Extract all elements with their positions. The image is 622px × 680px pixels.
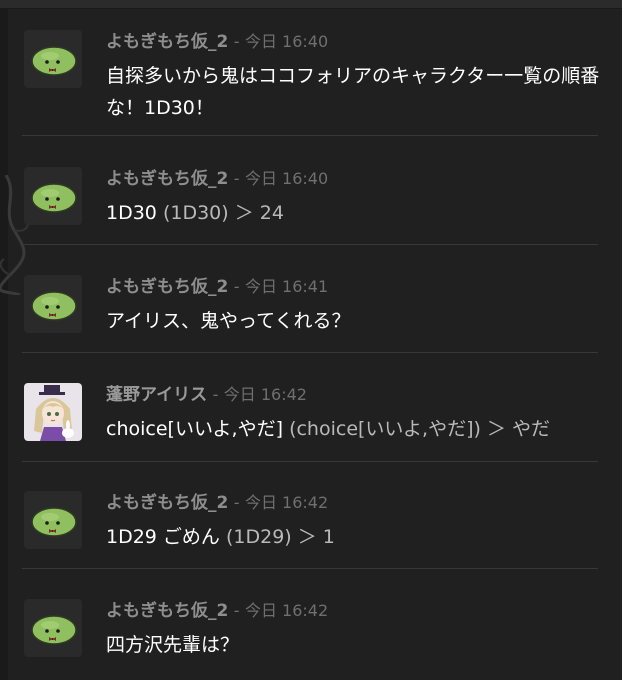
username[interactable]: よもぎもち仮_2 — [106, 277, 228, 297]
username[interactable]: よもぎもち仮_2 — [106, 32, 228, 52]
chat-message: よもぎもち仮_2 - 今日 16:42 1D29 ごめん (1D29) ＞ 1 — [8, 491, 622, 561]
choice-command: choice[いいよ,やだ] — [106, 418, 284, 440]
timestamp: 今日 16:42 — [244, 493, 329, 512]
message-text: choice[いいよ,やだ] (choice[いいよ,やだ]) ＞ やだ — [106, 413, 616, 445]
message-header: よもぎもち仮_2 - 今日 16:40 — [106, 167, 328, 191]
green-blob-avatar-icon[interactable] — [24, 167, 82, 225]
message-text: 1D29 ごめん (1D29) ＞ 1 — [106, 521, 606, 553]
separator: - — [233, 493, 240, 512]
chat-message: よもぎもち仮_2 - 今日 16:41 アイリス、鬼やってくれる？ — [8, 275, 622, 345]
message-header: よもぎもち仮_2 - 今日 16:42 — [106, 491, 328, 515]
green-blob-avatar-icon[interactable] — [24, 491, 82, 549]
message-text: アイリス、鬼やってくれる？ — [106, 310, 351, 332]
green-blob-avatar-icon[interactable] — [24, 30, 82, 88]
separator: - — [233, 32, 240, 51]
message-header: よもぎもち仮_2 - 今日 16:42 — [106, 599, 328, 623]
message-text: 自探多いから鬼はココフォリアのキャラクター一覧の順番な！1D30！ — [106, 65, 600, 119]
message-text: 1D30 (1D30) ＞ 24 — [106, 197, 606, 229]
username[interactable]: よもぎもち仮_2 — [106, 169, 228, 189]
timestamp: 今日 16:41 — [244, 277, 329, 296]
separator: - — [233, 277, 240, 296]
dice-command: 1D30 — [106, 202, 157, 224]
timestamp: 今日 16:42 — [223, 385, 307, 404]
message-text: 四方沢先輩は？ — [106, 634, 240, 656]
timestamp: 今日 16:40 — [244, 32, 329, 51]
green-blob-avatar-icon[interactable] — [24, 599, 82, 657]
left-scroll-rail[interactable] — [0, 8, 8, 680]
message-divider — [22, 244, 598, 245]
separator: - — [233, 601, 240, 620]
separator: - — [233, 169, 240, 188]
anime-girl-avatar-icon[interactable] — [24, 383, 82, 441]
timestamp: 今日 16:40 — [244, 169, 329, 188]
message-divider — [22, 461, 598, 462]
dice-result: (1D29) ＞ 1 — [225, 526, 335, 548]
chat-message: よもぎもち仮_2 - 今日 16:40 自探多いから鬼はココフォリアのキャラクタ… — [8, 30, 622, 130]
top-edge-bar — [0, 0, 622, 9]
green-blob-avatar-icon[interactable] — [24, 275, 82, 333]
message-header: よもぎもち仮_2 - 今日 16:40 — [106, 30, 328, 54]
chat-message: よもぎもち仮_2 - 今日 16:40 1D30 (1D30) ＞ 24 — [8, 167, 622, 237]
username[interactable]: 蓬野アイリス — [106, 385, 207, 405]
dice-command: 1D29 ごめん — [106, 526, 220, 548]
dice-result: (1D30) ＞ 24 — [162, 202, 284, 224]
message-header: よもぎもち仮_2 - 今日 16:41 — [106, 275, 328, 299]
timestamp: 今日 16:42 — [244, 601, 329, 620]
message-divider — [22, 352, 598, 353]
username[interactable]: よもぎもち仮_2 — [106, 493, 228, 513]
separator: - — [212, 385, 219, 404]
message-divider — [22, 568, 598, 569]
choice-result: (choice[いいよ,やだ]) ＞ やだ — [289, 418, 550, 440]
message-divider — [22, 135, 598, 136]
message-header: 蓬野アイリス - 今日 16:42 — [106, 383, 307, 407]
chat-message: よもぎもち仮_2 - 今日 16:42 四方沢先輩は？ — [8, 599, 622, 669]
username[interactable]: よもぎもち仮_2 — [106, 601, 228, 621]
chat-message: 蓬野アイリス - 今日 16:42 choice[いいよ,やだ] (choice… — [8, 383, 622, 453]
